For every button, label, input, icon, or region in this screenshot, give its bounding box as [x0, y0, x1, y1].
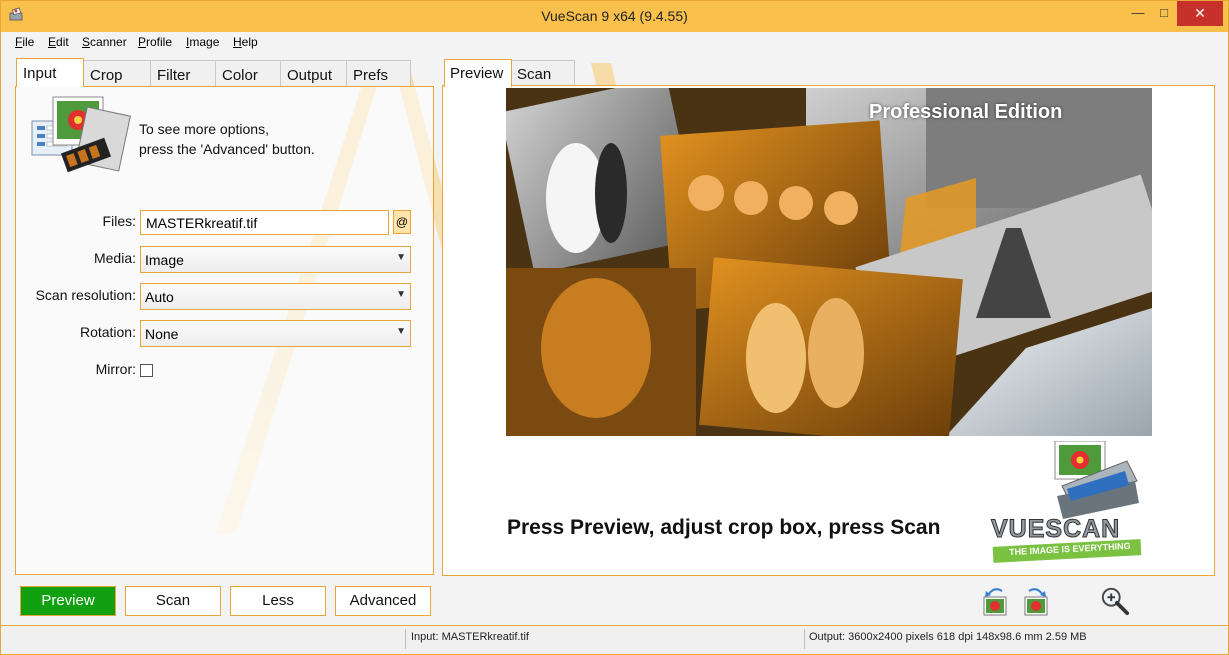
title-bar: VueScan 9 x64 (9.4.55) — □ ✕ — [1, 1, 1228, 32]
mirror-label: Mirror: — [95, 361, 136, 377]
chevron-down-icon: ▼ — [396, 289, 406, 300]
status-separator — [804, 629, 805, 649]
tab-output[interactable]: Output — [280, 60, 347, 87]
preview-button[interactable]: Preview — [20, 586, 116, 616]
tab-input[interactable]: Input — [16, 58, 84, 87]
scan-resolution-label: Scan resolution: — [35, 287, 136, 303]
menu-help[interactable]: Help — [233, 35, 258, 49]
professional-edition-label: Professional Edition — [869, 101, 1063, 123]
maximize-button[interactable]: □ — [1151, 1, 1177, 26]
status-separator — [405, 629, 406, 649]
close-button[interactable]: ✕ — [1177, 1, 1223, 26]
tab-scan[interactable]: Scan — [511, 60, 575, 86]
rotate-left-icon[interactable] — [980, 585, 1010, 617]
splash-collage-image — [506, 88, 1152, 436]
status-bar: Input: MASTERkreatif.tif Output: 3600x24… — [1, 625, 1228, 654]
scan-resolution-select[interactable]: Auto ▼ — [140, 283, 411, 310]
rotation-label: Rotation: — [79, 324, 136, 340]
media-label: Media: — [93, 250, 136, 266]
minimize-button[interactable]: — — [1125, 1, 1151, 26]
rotation-value: None — [145, 326, 179, 342]
tab-color[interactable]: Color — [215, 60, 281, 87]
advanced-button[interactable]: Advanced — [335, 586, 431, 616]
advanced-hint-text: To see more options, press the 'Advanced… — [139, 119, 315, 159]
menu-edit[interactable]: Edit — [48, 35, 69, 49]
advanced-hint-icon — [31, 96, 131, 173]
status-input: Input: MASTERkreatif.tif — [411, 631, 529, 643]
menu-scanner[interactable]: Scanner — [82, 35, 127, 49]
scan-button[interactable]: Scan — [125, 586, 221, 616]
mirror-checkbox[interactable] — [140, 364, 153, 377]
menu-profile[interactable]: Profile — [138, 35, 172, 49]
hint-line-1: To see more options, — [139, 121, 269, 137]
hint-line-2: press the 'Advanced' button. — [139, 141, 315, 157]
rotate-right-icon[interactable] — [1021, 585, 1051, 617]
chevron-down-icon: ▼ — [396, 252, 406, 263]
tab-crop[interactable]: Crop — [83, 60, 151, 87]
tab-preview[interactable]: Preview — [444, 59, 512, 87]
files-input[interactable]: MASTERkreatif.tif — [140, 210, 389, 235]
tab-prefs[interactable]: Prefs — [346, 60, 411, 87]
menu-file[interactable]: File — [15, 35, 34, 49]
media-select[interactable]: Image ▼ — [140, 246, 411, 273]
menu-bar: File Edit Scanner Profile Image Help — [1, 32, 1228, 52]
app-window: VueScan 9 x64 (9.4.55) — □ ✕ File Edit S… — [0, 0, 1229, 655]
media-value: Image — [145, 252, 184, 268]
status-output: Output: 3600x2400 pixels 618 dpi 148x98.… — [809, 631, 1087, 643]
window-title: VueScan 9 x64 (9.4.55) — [541, 8, 688, 24]
preview-instruction-text: Press Preview, adjust crop box, press Sc… — [507, 516, 941, 539]
scan-resolution-value: Auto — [145, 289, 174, 305]
menu-image[interactable]: Image — [186, 35, 219, 49]
files-at-button[interactable]: @ — [393, 210, 411, 234]
less-button[interactable]: Less — [230, 586, 326, 616]
zoom-in-icon[interactable] — [1100, 585, 1130, 617]
rotation-select[interactable]: None ▼ — [140, 320, 411, 347]
files-label: Files: — [102, 213, 136, 229]
chevron-down-icon: ▼ — [396, 326, 406, 337]
vuescan-logo: VUESCAN THE IMAGE IS EVERYTHING — [987, 440, 1147, 571]
tab-filter[interactable]: Filter — [150, 60, 216, 87]
vuescan-logo-text: VUESCAN — [990, 515, 1121, 544]
